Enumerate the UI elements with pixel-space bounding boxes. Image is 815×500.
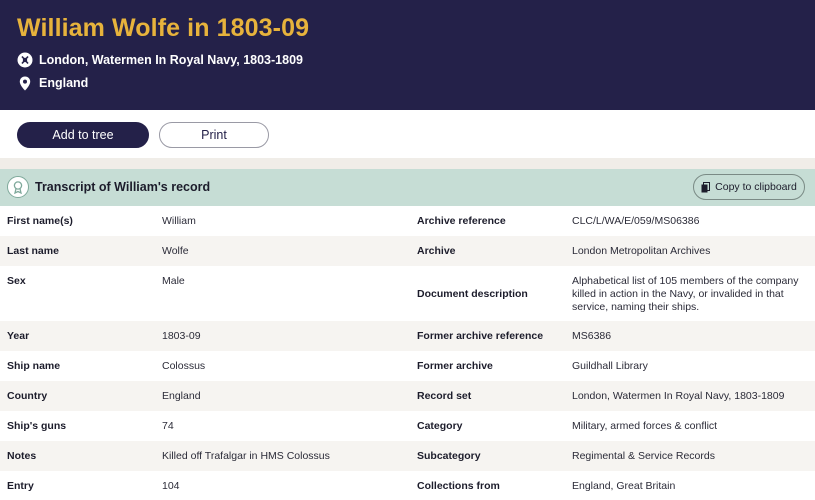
record-collection: London, Watermen In Royal Navy, 1803-180… [17,52,303,68]
field-label: Record set [417,390,472,402]
field-value: Regimental & Service Records [572,450,715,462]
field-value: MS6386 [572,330,612,342]
action-bar: Add to tree Print [0,110,815,158]
field-value: Wolfe [162,245,189,257]
field-label: Subcategory [417,450,481,462]
field-value: CLC/L/WA/E/059/MS06386 [572,215,700,227]
field-label: Collections from [417,480,500,492]
field-label: Former archive [417,360,493,372]
add-to-tree-button[interactable]: Add to tree [17,122,149,148]
record-header: William Wolfe in 1803-09 London, Waterme… [0,0,815,110]
page-title: William Wolfe in 1803-09 [17,14,310,42]
location-text: England [39,76,89,90]
table-row: Country England Record set London, Water… [0,381,815,411]
collection-text: London, Watermen In Royal Navy, 1803-180… [39,53,303,67]
field-label: Category [417,420,463,432]
record-set-icon [17,52,33,68]
section-divider [0,158,815,169]
field-value: Alphabetical list of 105 members of the … [572,275,799,313]
field-value: Guildhall Library [572,360,648,372]
field-label: Former archive reference [417,330,544,342]
field-label: Ship name [7,360,61,372]
field-value: 1803-09 [162,330,201,342]
field-label: First name(s) [7,215,73,227]
copy-label: Copy to clipboard [715,181,797,193]
record-location: England [17,75,88,91]
field-value: London, Watermen In Royal Navy, 1803-180… [572,390,785,402]
field-label: Archive reference [417,215,506,227]
table-row: Sex Male Document description Alphabetic… [0,266,815,321]
clipboard-icon [701,181,711,193]
field-label: Sex [7,275,26,287]
field-label: Document description [417,288,528,300]
table-row: First name(s) William Archive reference … [0,206,815,236]
field-value: London Metropolitan Archives [572,245,711,257]
table-row: Ship's guns 74 Category Military, armed … [0,411,815,441]
field-value: England, Great Britain [572,480,676,492]
field-value: Killed off Trafalgar in HMS Colossus [162,450,330,462]
field-label: Entry [7,480,34,492]
transcript-header: Transcript of William's record Copy to c… [0,169,815,206]
transcript-badge-icon [7,176,29,198]
field-label: Year [7,330,30,342]
field-label: Archive [417,245,456,257]
table-row: Notes Killed off Trafalgar in HMS Coloss… [0,441,815,471]
print-button[interactable]: Print [159,122,269,148]
field-value: Colossus [162,360,206,372]
map-pin-icon [17,75,33,91]
transcript-title: Transcript of William's record [35,180,211,194]
field-value: William [162,215,196,227]
copy-to-clipboard-button[interactable]: Copy to clipboard [693,174,805,200]
table-row: Year 1803-09 Former archive reference MS… [0,321,815,351]
field-label: Ship's guns [7,420,67,432]
field-label: Notes [7,450,37,462]
field-label: Last name [7,245,59,257]
field-value: 104 [162,480,180,492]
field-value: Male [162,275,185,287]
field-value: Military, armed forces & conflict [572,420,718,432]
field-label: Country [7,390,48,402]
field-value: 74 [162,420,174,432]
table-row: Last name Wolfe Archive London Metropoli… [0,236,815,266]
table-row: Entry 104 Collections from England, Grea… [0,471,815,500]
field-value: England [162,390,201,402]
transcript-table: First name(s) William Archive reference … [0,206,815,500]
table-row: Ship name Colossus Former archive Guildh… [0,351,815,381]
